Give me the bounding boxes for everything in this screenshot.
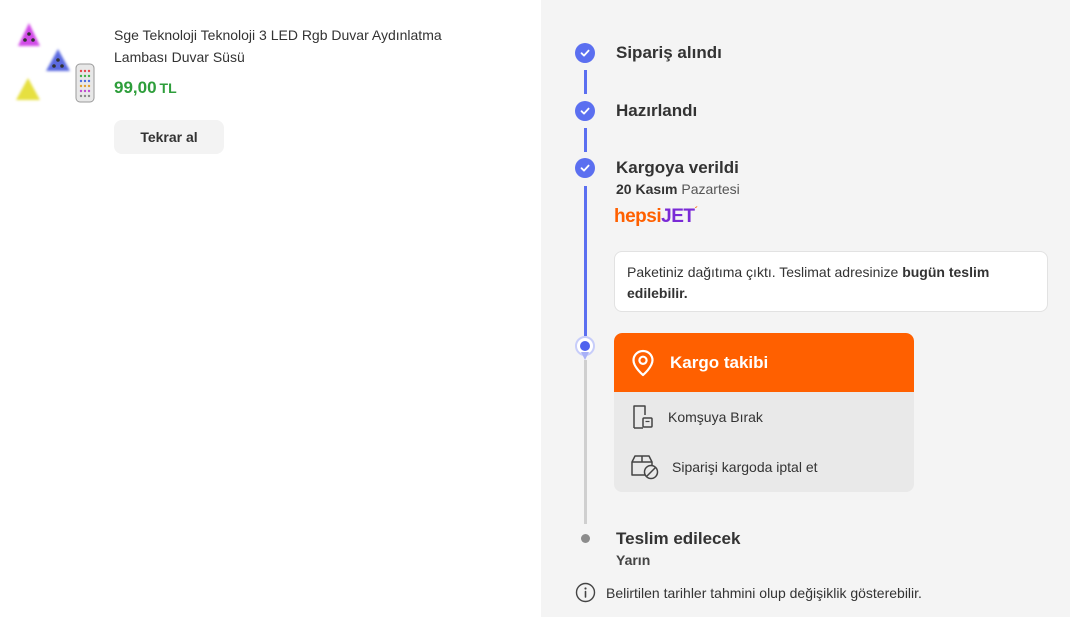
step-complete-check-icon — [575, 101, 595, 121]
timeline-line — [584, 360, 587, 524]
cancel-order-in-cargo-label: Siparişi kargoda iptal et — [672, 459, 818, 475]
product-title[interactable]: Sge Teknoloji Teknoloji 3 LED Rgb Duvar … — [114, 24, 494, 68]
timeline-line — [584, 70, 587, 94]
timeline-line — [584, 186, 587, 336]
estimate-disclaimer: Belirtilen tarihler tahmini olup değişik… — [575, 582, 922, 603]
current-step-pointer — [581, 352, 589, 360]
shipped-date: 20 Kasım Pazartesi — [616, 181, 740, 197]
step-order-received: Sipariş alındı — [616, 43, 722, 62]
price-value: 99,00 — [114, 78, 157, 97]
rebuy-button[interactable]: Tekrar al — [114, 120, 224, 154]
door-package-icon — [633, 405, 653, 429]
step-to-be-delivered: Teslim edilecek — [616, 529, 741, 548]
timeline-line — [584, 128, 587, 152]
step-complete-check-icon — [575, 158, 595, 178]
shipped-day: Pazartesi — [681, 181, 740, 197]
location-pin-icon — [632, 349, 654, 376]
price-currency: TL — [159, 80, 177, 96]
product-image[interactable] — [12, 20, 102, 110]
delivery-estimate: Yarın — [616, 552, 651, 568]
track-shipment-button[interactable]: Kargo takibi — [614, 333, 914, 392]
cancel-order-in-cargo-option[interactable]: Siparişi kargoda iptal et — [614, 442, 914, 492]
step-complete-check-icon — [575, 43, 595, 63]
package-cancel-icon — [631, 455, 659, 480]
step-prepared: Hazırlandı — [616, 101, 698, 120]
step-shipped: Kargoya verildi — [616, 158, 739, 177]
shipment-actions-card: Kargo takibi Komşuya Bırak Siparişi karg… — [614, 333, 914, 492]
order-item-panel: Sge Teknoloji Teknoloji 3 LED Rgb Duvar … — [0, 0, 541, 617]
leave-with-neighbor-label: Komşuya Bırak — [668, 409, 763, 425]
track-shipment-label: Kargo takibi — [670, 352, 769, 372]
estimate-disclaimer-text: Belirtilen tarihler tahmini olup değişik… — [606, 584, 922, 601]
pending-step-dot — [581, 534, 590, 543]
carrier-logo: hepsiJET´ — [614, 206, 698, 227]
carrier-logo-part1: hepsi — [614, 206, 662, 227]
order-tracking-panel: Sipariş alındı Hazırlandı Kargoya verild… — [541, 0, 1070, 617]
product-price: 99,00 TL — [114, 78, 177, 98]
shipped-date-value: 20 Kasım — [616, 181, 678, 197]
leave-with-neighbor-option[interactable]: Komşuya Bırak — [614, 392, 914, 442]
delivery-info-box: Paketiniz dağıtıma çıktı. Teslimat adres… — [614, 251, 1048, 312]
info-icon — [575, 582, 596, 603]
delivery-info-text: Paketiniz dağıtıma çıktı. Teslimat adres… — [627, 264, 903, 280]
carrier-logo-part2: JET — [661, 206, 695, 227]
